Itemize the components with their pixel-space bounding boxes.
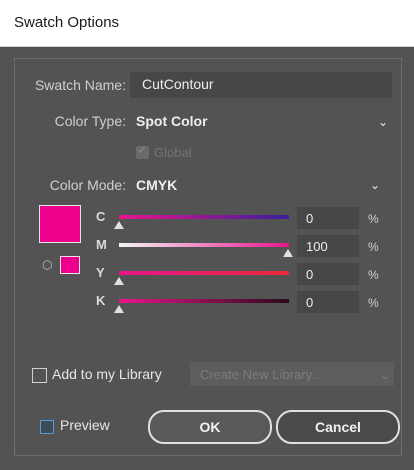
title-bar: Swatch Options: [0, 0, 414, 47]
black-slider-track[interactable]: [119, 299, 289, 303]
cyan-value: 0: [306, 211, 314, 226]
add-to-library-label: Add to my Library: [52, 366, 162, 382]
add-to-library-checkbox[interactable]: [32, 368, 47, 383]
preview-checkbox[interactable]: [40, 420, 54, 434]
magenta-value: 100: [306, 239, 328, 254]
swatch-name-label: Swatch Name:: [34, 77, 126, 93]
black-value: 0: [306, 295, 314, 310]
yellow-value: 0: [306, 267, 314, 282]
black-label: K: [96, 293, 106, 308]
black-percent: %: [368, 296, 379, 310]
magenta-slider-thumb[interactable]: [283, 249, 293, 257]
color-preview-swatch: [39, 205, 81, 243]
magenta-slider-track[interactable]: [119, 243, 289, 247]
cyan-slider-thumb[interactable]: [114, 221, 124, 229]
chevron-down-icon: ⌄: [380, 368, 391, 382]
chevron-down-icon[interactable]: ⌄: [378, 115, 388, 129]
global-label: Global: [154, 145, 192, 160]
chevron-down-icon[interactable]: ⌄: [370, 178, 380, 192]
yellow-label: Y: [96, 265, 105, 280]
color-mode-label: Color Mode:: [49, 177, 126, 193]
library-dropdown-value: Create New Library...: [200, 367, 322, 382]
global-checkbox[interactable]: [136, 143, 149, 159]
color-type-dropdown[interactable]: Spot Color: [136, 113, 208, 129]
cyan-slider-track[interactable]: [119, 215, 289, 219]
swatch-name-value: CutContour: [142, 76, 214, 92]
magenta-label: M: [96, 237, 107, 252]
ok-button[interactable]: OK: [148, 410, 272, 444]
black-slider-thumb[interactable]: [114, 305, 124, 313]
gamut-warning-swatch[interactable]: [60, 256, 80, 274]
color-mode-dropdown[interactable]: CMYK: [136, 177, 177, 193]
dialog-title: Swatch Options: [14, 14, 120, 31]
yellow-slider-thumb[interactable]: [114, 277, 124, 285]
cyan-percent: %: [368, 212, 379, 226]
color-type-label: Color Type:: [54, 113, 126, 129]
out-of-gamut-cube-icon[interactable]: ⬡: [42, 258, 52, 272]
yellow-percent: %: [368, 268, 379, 282]
yellow-slider-track[interactable]: [119, 271, 289, 275]
magenta-percent: %: [368, 240, 379, 254]
cancel-button[interactable]: Cancel: [276, 410, 400, 444]
cyan-label: C: [96, 209, 106, 224]
swatch-options-dialog: Swatch Options Swatch Name: CutContour C…: [0, 0, 414, 470]
preview-label: Preview: [60, 417, 110, 433]
